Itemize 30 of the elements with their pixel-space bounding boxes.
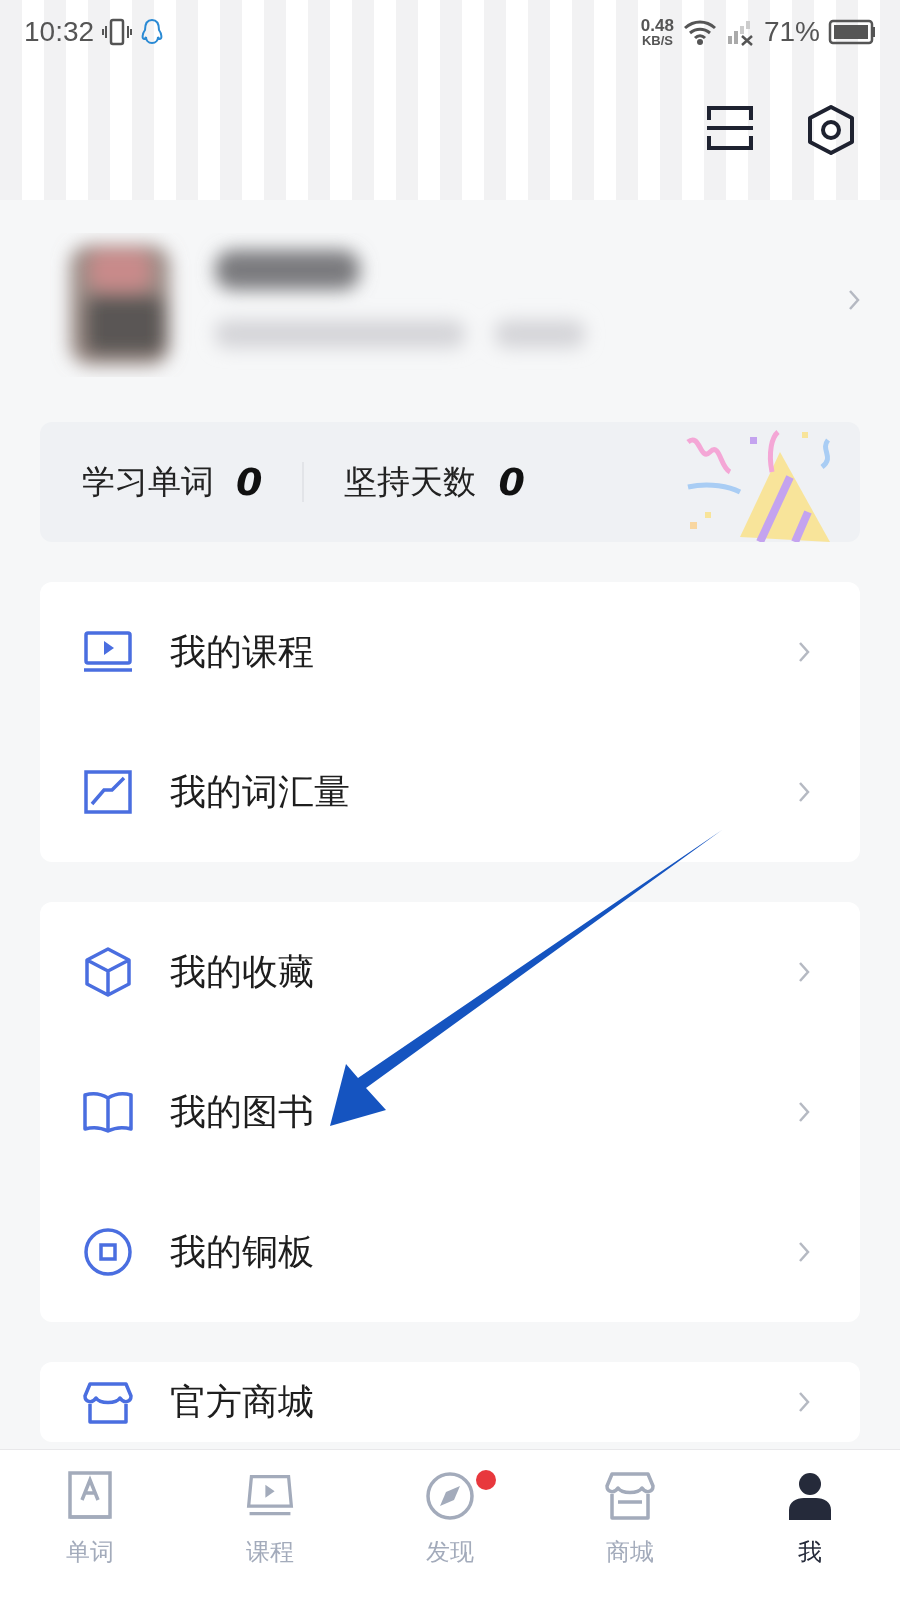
network-speed: 0.48 KB/S [640,17,674,47]
settings-icon[interactable] [806,104,856,156]
chevron-icon [798,1241,810,1263]
battery-icon [828,19,876,45]
scan-icon[interactable] [706,104,754,152]
menu-item[interactable]: 我的铜板 [170,1227,314,1277]
coin-icon [82,1226,134,1278]
chevron-icon [798,1391,810,1413]
stat-value: 0 [236,460,263,504]
menu-item[interactable]: 官方商城 [170,1377,314,1427]
chevron-icon [798,961,810,983]
penguin-icon [140,18,165,46]
stat-label: 坚持天数 [344,460,477,503]
chevron-icon [798,781,810,803]
chevron-icon [798,641,810,663]
vibrate-icon [102,18,133,46]
battery-level: 71% [763,16,820,48]
menu-item[interactable]: 我的图书 [170,1087,314,1137]
cube-icon [82,946,134,998]
chevron-icon [798,1101,810,1123]
stat-value: 0 [498,460,525,504]
menu-item[interactable]: 我的课程 [170,627,314,677]
menu-item[interactable]: 我的词汇量 [170,767,350,817]
tab[interactable]: 我 [720,1450,900,1600]
stat-label: 学习单词 [82,460,214,503]
shop-icon [604,1470,656,1522]
status-time: 10:32 [24,16,95,48]
wifi-icon [681,18,718,46]
menu-item[interactable]: 我的收藏 [170,947,314,997]
compass-icon [424,1470,476,1522]
